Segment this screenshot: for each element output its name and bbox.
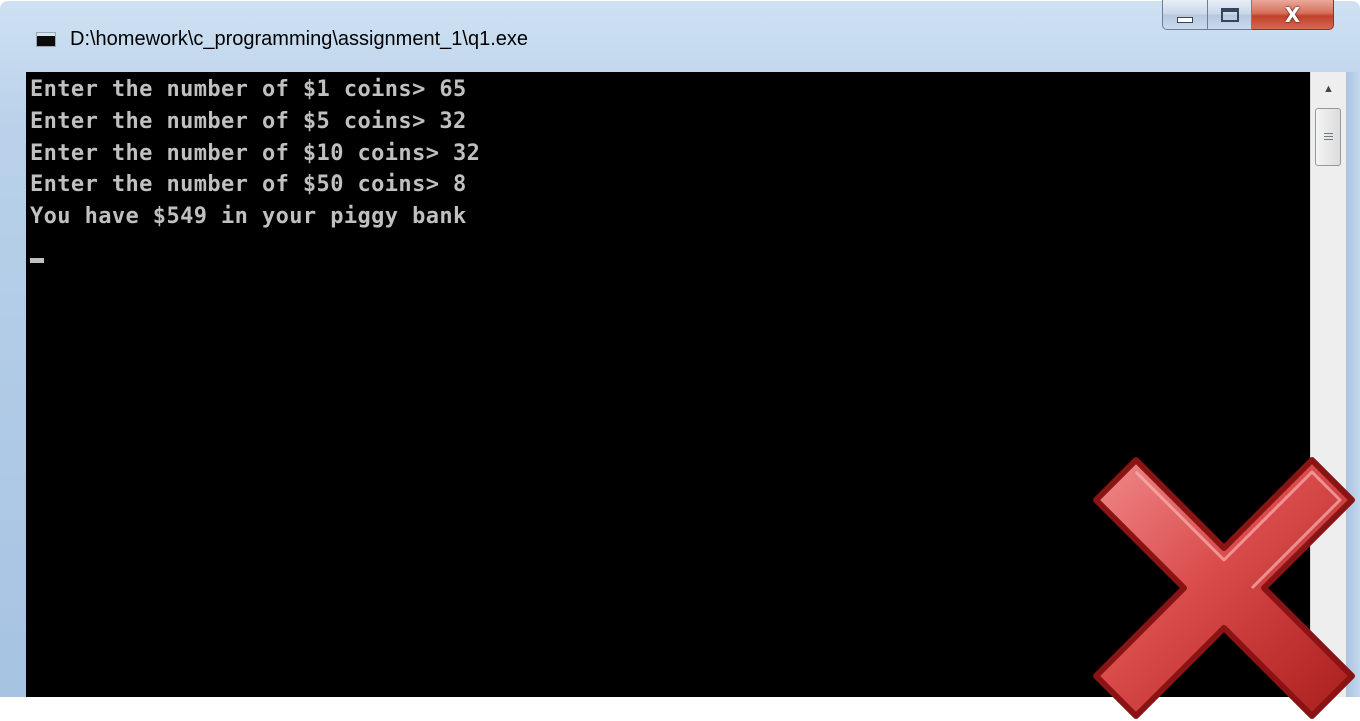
console-line: Enter the number of $5 coins> 32 bbox=[30, 109, 467, 134]
minimize-icon bbox=[1177, 16, 1193, 23]
console-line: Enter the number of $10 coins> 32 bbox=[30, 141, 481, 166]
title-bar[interactable]: D:\homework\c_programming\assignment_1\q… bbox=[0, 0, 1360, 72]
console-app-icon[interactable] bbox=[36, 32, 56, 47]
console-line: You have $549 in your piggy bank bbox=[30, 204, 467, 229]
close-icon: X bbox=[1284, 2, 1301, 27]
console-line: Enter the number of $50 coins> 8 bbox=[30, 172, 467, 197]
grip-icon bbox=[1323, 132, 1333, 142]
text-cursor bbox=[30, 258, 44, 263]
minimize-button[interactable] bbox=[1162, 0, 1208, 30]
console-line: Enter the number of $1 coins> 65 bbox=[30, 77, 467, 102]
window-title: D:\homework\c_programming\assignment_1\q… bbox=[70, 28, 528, 50]
chevron-up-icon: ▲ bbox=[1323, 83, 1334, 95]
caption-buttons: X bbox=[1162, 0, 1334, 30]
scroll-up-button[interactable]: ▲ bbox=[1311, 72, 1346, 106]
maximize-icon bbox=[1220, 7, 1239, 22]
scroll-thumb[interactable] bbox=[1315, 108, 1341, 166]
red-x-icon bbox=[1093, 457, 1355, 719]
maximize-button[interactable] bbox=[1208, 0, 1252, 30]
close-button[interactable]: X bbox=[1252, 0, 1334, 30]
